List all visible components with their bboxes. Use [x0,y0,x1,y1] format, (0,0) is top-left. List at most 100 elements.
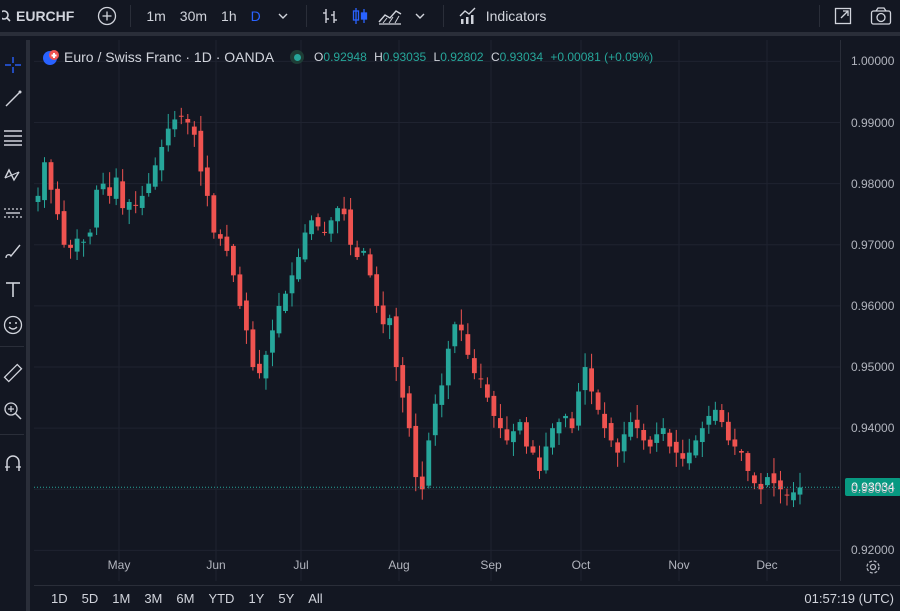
candle-body [563,415,568,419]
drawing-toolbar [0,40,30,611]
candle [426,432,432,489]
price-tick-label: 0.97000 [851,237,895,252]
candle [784,488,790,506]
candle-body [706,415,712,425]
interval-dropdown[interactable] [268,0,298,32]
candle [771,458,777,497]
interval-d[interactable]: D [244,0,268,32]
range-1d[interactable]: 1D [44,591,75,606]
candle-body [250,329,256,368]
fullscreen-button[interactable] [828,0,858,32]
brush-tool[interactable] [0,238,26,264]
candle [765,472,770,488]
candles-style-button[interactable] [345,0,375,32]
candle [654,422,660,452]
candle [680,439,686,467]
emoji-tool[interactable] [0,312,26,338]
magnet-tool[interactable] [0,450,26,476]
candle-body [289,275,295,294]
crosshair-tool[interactable] [0,52,26,78]
range-1m[interactable]: 1M [105,591,137,606]
toolbar-divider [819,5,820,27]
candle [641,423,647,450]
candle [419,461,425,500]
candle [667,428,673,454]
top-toolbar: EURCHF 1m 30m 1h D Indicators [0,0,900,36]
candle [94,185,100,236]
candle-body [504,429,510,441]
symbol-title: Euro / Swiss Franc · 1D · OANDA [64,49,275,65]
candle [471,349,477,380]
zoom-tool[interactable] [0,398,26,424]
candle-body [126,201,132,210]
time-tick-label: Oct [571,558,591,572]
range-5d[interactable]: 5D [75,591,106,606]
candle [146,173,152,197]
range-1y[interactable]: 1Y [241,591,271,606]
interval-30m[interactable]: 30m [173,0,214,32]
bars-icon [322,9,337,23]
price-tick-label: 0.99000 [851,115,895,130]
candle-body [426,440,432,486]
interval-1h[interactable]: 1h [214,0,244,32]
price-chart[interactable] [34,40,840,581]
candle [211,193,217,239]
candle-body [647,439,653,447]
candle-body [589,368,594,392]
snapshot-button[interactable] [866,0,896,32]
candle-body [406,393,412,429]
candle [348,198,354,256]
ruler-tool[interactable] [0,360,26,386]
compare-button[interactable] [92,0,122,32]
candle [660,418,666,441]
price-axis[interactable]: 0.93034 1.00000 0.99000 0.98000 0.97000 0.96… [840,40,900,581]
candle-body [582,367,588,391]
candle-body [113,177,119,199]
candle [537,445,542,479]
candle [725,412,731,446]
candle [81,239,86,257]
candle-body [471,358,477,374]
bars-style-button[interactable] [315,0,345,32]
text-tool[interactable] [0,276,26,302]
candle [217,229,223,246]
price-tick-label: 0.98000 [851,176,895,191]
candle [406,385,412,437]
candle-body [74,238,80,252]
interval-1m[interactable]: 1m [139,0,172,32]
candle-body [491,395,497,416]
price-tick-label: 0.95000 [851,360,895,375]
fib-tool[interactable] [0,124,26,150]
time-axis[interactable]: May Jun Jul Aug Sep Oct Nov Dec [34,548,840,581]
chart-settings-button[interactable] [862,556,884,578]
range-ytd[interactable]: YTD [201,591,241,606]
forecast-tool[interactable] [0,200,26,226]
range-5y[interactable]: 5Y [271,591,301,606]
close-value: 0.93034 [499,50,544,64]
candle-body [380,305,386,325]
price-tick-label: 0.96000 [851,298,895,313]
candle-body [530,446,536,453]
candle-body [699,428,705,443]
candle-body [498,418,503,429]
candle [458,309,464,342]
trend-line-tool[interactable] [0,86,26,112]
range-6m[interactable]: 6M [169,591,201,606]
candle [120,169,126,215]
range-all[interactable]: All [301,591,329,606]
area-style-button[interactable] [375,0,405,32]
candle-body [569,418,575,429]
candle-body [35,195,41,202]
price-tick-label: 1.00000 [851,54,895,69]
candle-body [42,162,47,201]
indicators-button[interactable]: Indicators [452,0,546,32]
candle-body [81,241,86,243]
range-3m[interactable]: 3M [137,591,169,606]
candle [563,413,568,428]
candle [204,155,210,207]
candle-body [354,247,360,258]
pattern-tool[interactable] [0,162,26,188]
utc-clock[interactable]: 01:57:19 (UTC) [804,591,894,606]
symbol-search[interactable]: EURCHF [0,0,74,32]
chart-type-dropdown[interactable] [405,0,435,32]
